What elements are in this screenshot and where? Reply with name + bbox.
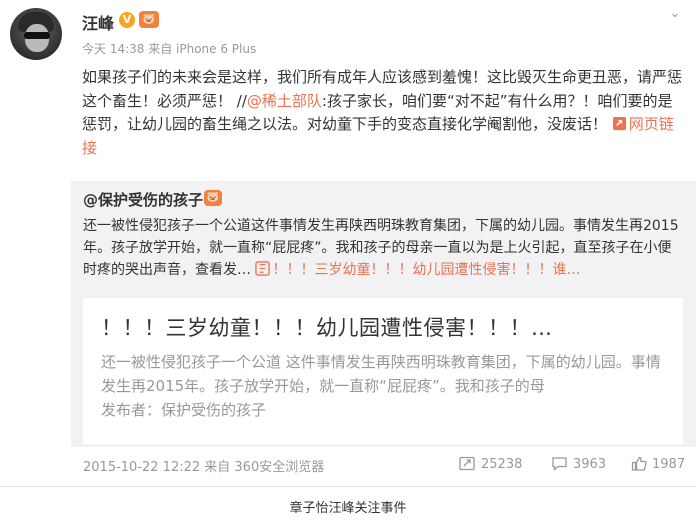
repost-author[interactable]: @保护受伤的孩子 (83, 189, 203, 210)
like-icon (631, 456, 647, 471)
forward-icon (459, 456, 475, 471)
member-badge-icon: 🐷 (139, 11, 159, 28)
chevron-down-icon[interactable]: ⌄ (665, 6, 685, 22)
card-summary: 还一被性侵犯孩子一个公道 这件事情发生再陕西明珠教育集团，下属的幼儿园。事情发生… (101, 353, 661, 395)
card-publisher: 发布者：保护受伤的孩子 (101, 401, 267, 419)
link-icon (612, 116, 626, 131)
like-count: 1987 (652, 457, 686, 472)
like-button[interactable]: 1987 (631, 456, 685, 476)
comment-icon (552, 457, 567, 471)
forward-count: 25238 (481, 457, 523, 472)
card-title[interactable]: ！！！三岁幼童！！！幼儿园遭性侵害！！！… (101, 312, 553, 342)
post-meta: 今天 14:38 来自 iPhone 6 Plus (82, 42, 257, 56)
comment-button[interactable]: 3963 (551, 456, 606, 476)
verified-icon: V (119, 12, 135, 28)
repost-text: 还一被性侵犯孩子一个公道这件事情发生再陕西明珠教育集团，下属的幼儿园。事情发生再… (83, 215, 683, 281)
repost-box: @保护受伤的孩子 🐷 还一被性侵犯孩子一个公道这件事情发生再陕西明珠教育集团，下… (71, 181, 696, 447)
forward-button[interactable]: 25238 (459, 456, 522, 476)
link-icon (255, 261, 271, 276)
mention-link[interactable]: @稀土部队 (247, 92, 322, 110)
link-card[interactable]: ！！！三岁幼童！！！幼儿园遭性侵害！！！… 还一被性侵犯孩子一个公道 这件事情发… (83, 298, 683, 444)
repost-time[interactable]: 2015-10-22 12:22 来自 360安全浏览器 (83, 456, 324, 475)
author-name[interactable]: 汪峰 (82, 10, 114, 34)
repost-badge-icon: 🐷 (204, 190, 222, 206)
avatar[interactable] (10, 8, 62, 60)
repost-footer: 2015-10-22 12:22 来自 360安全浏览器 25238 3963 … (83, 456, 693, 476)
topic-link[interactable]: 章子怡汪峰关注事件 (0, 497, 696, 516)
weibo-post: 汪峰 V 🐷 ⌄ 今天 14:38 来自 iPhone 6 Plus 如果孩子们… (0, 0, 696, 525)
post-content: 如果孩子们的未来会是这样，我们所有成年人应该感到羞愧！这比毁灭生命更丑恶，请严惩… (82, 66, 682, 160)
divider (0, 486, 696, 487)
repost-link-label: ！！！三岁幼童！！！幼儿园遭性侵害！！！谁… (272, 262, 581, 278)
comment-count: 3963 (573, 457, 607, 472)
repost-link[interactable]: ！！！三岁幼童！！！幼儿园遭性侵害！！！谁… (255, 261, 581, 278)
